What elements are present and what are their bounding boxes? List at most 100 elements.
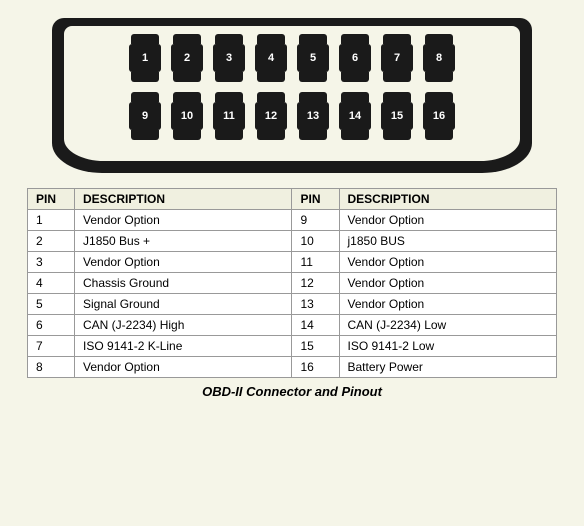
bottom-pin-row: 9 10 11 12 — [74, 92, 510, 140]
pin-number: 14 — [339, 102, 371, 130]
cell-desc1: J1850 Bus + — [75, 231, 292, 252]
pin-tab — [383, 92, 411, 102]
pin-6: 6 — [339, 34, 371, 82]
pin-tab — [173, 92, 201, 102]
table-caption: OBD-II Connector and Pinout — [202, 384, 382, 399]
cell-desc1: Vendor Option — [75, 252, 292, 273]
pin-number: 13 — [297, 102, 329, 130]
pin-number: 16 — [423, 102, 455, 130]
cell-pin1: 5 — [28, 294, 75, 315]
pin-number: 10 — [171, 102, 203, 130]
cell-pin1: 1 — [28, 210, 75, 231]
cell-desc1: ISO 9141-2 K-Line — [75, 336, 292, 357]
pinout-table: PIN DESCRIPTION PIN DESCRIPTION 1 Vendor… — [27, 188, 557, 378]
cell-pin2: 9 — [292, 210, 339, 231]
cell-pin2: 10 — [292, 231, 339, 252]
pin-12: 12 — [255, 92, 287, 140]
pin-tab-bottom — [215, 130, 243, 140]
cell-pin1: 8 — [28, 357, 75, 378]
cell-desc1: Vendor Option — [75, 357, 292, 378]
pin-number: 11 — [213, 102, 245, 130]
table-row: 7 ISO 9141-2 K-Line 15 ISO 9141-2 Low — [28, 336, 557, 357]
pin-tab-bottom — [425, 72, 453, 82]
pin-2: 2 — [171, 34, 203, 82]
pin-tab-bottom — [299, 130, 327, 140]
pin-tab — [341, 92, 369, 102]
pin-number: 1 — [129, 44, 161, 72]
cell-desc2: j1850 BUS — [339, 231, 557, 252]
cell-desc1: Signal Ground — [75, 294, 292, 315]
pin-16: 16 — [423, 92, 455, 140]
table-row: 3 Vendor Option 11 Vendor Option — [28, 252, 557, 273]
pin-7: 7 — [381, 34, 413, 82]
pin-3: 3 — [213, 34, 245, 82]
pin-8: 8 — [423, 34, 455, 82]
pin-number: 3 — [213, 44, 245, 72]
table-header-row: PIN DESCRIPTION PIN DESCRIPTION — [28, 189, 557, 210]
table-row: 5 Signal Ground 13 Vendor Option — [28, 294, 557, 315]
pin-10: 10 — [171, 92, 203, 140]
pin-tab — [257, 92, 285, 102]
connector-body: 1 2 3 4 — [52, 18, 532, 173]
pin-number: 2 — [171, 44, 203, 72]
header-pin2: PIN — [292, 189, 339, 210]
pin-tab-bottom — [257, 72, 285, 82]
table-row: 2 J1850 Bus + 10 j1850 BUS — [28, 231, 557, 252]
pin-number: 6 — [339, 44, 371, 72]
cell-pin2: 11 — [292, 252, 339, 273]
cell-pin2: 12 — [292, 273, 339, 294]
cell-desc2: Vendor Option — [339, 252, 557, 273]
pin-tab-bottom — [341, 72, 369, 82]
pin-tab-bottom — [131, 130, 159, 140]
pin-number: 8 — [423, 44, 455, 72]
pin-number: 4 — [255, 44, 287, 72]
pin-tab — [173, 34, 201, 44]
header-desc1: DESCRIPTION — [75, 189, 292, 210]
pin-tab-bottom — [383, 72, 411, 82]
pin-tab — [215, 92, 243, 102]
connector-diagram: 1 2 3 4 — [32, 10, 552, 180]
pin-tab — [425, 92, 453, 102]
pin-tab — [215, 34, 243, 44]
pin-tab — [131, 92, 159, 102]
table-row: 4 Chassis Ground 12 Vendor Option — [28, 273, 557, 294]
pin-tab-bottom — [215, 72, 243, 82]
cell-pin2: 16 — [292, 357, 339, 378]
pin-number: 9 — [129, 102, 161, 130]
pin-tab-bottom — [257, 130, 285, 140]
cell-desc2: ISO 9141-2 Low — [339, 336, 557, 357]
pin-number: 7 — [381, 44, 413, 72]
cell-pin2: 13 — [292, 294, 339, 315]
cell-pin1: 3 — [28, 252, 75, 273]
pin-4: 4 — [255, 34, 287, 82]
pin-tab — [383, 34, 411, 44]
pin-11: 11 — [213, 92, 245, 140]
cell-desc1: Chassis Ground — [75, 273, 292, 294]
pin-tab — [425, 34, 453, 44]
header-desc2: DESCRIPTION — [339, 189, 557, 210]
cell-desc2: Vendor Option — [339, 210, 557, 231]
table-row: 8 Vendor Option 16 Battery Power — [28, 357, 557, 378]
pin-tab-bottom — [425, 130, 453, 140]
pin-number: 12 — [255, 102, 287, 130]
pin-5: 5 — [297, 34, 329, 82]
pin-15: 15 — [381, 92, 413, 140]
pin-13: 13 — [297, 92, 329, 140]
pin-tab — [341, 34, 369, 44]
cell-pin1: 7 — [28, 336, 75, 357]
cell-desc1: CAN (J-2234) High — [75, 315, 292, 336]
table-row: 6 CAN (J-2234) High 14 CAN (J-2234) Low — [28, 315, 557, 336]
pin-number: 5 — [297, 44, 329, 72]
cell-desc1: Vendor Option — [75, 210, 292, 231]
pin-tab-bottom — [383, 130, 411, 140]
cell-pin2: 14 — [292, 315, 339, 336]
pin-tab-bottom — [299, 72, 327, 82]
cell-desc2: Battery Power — [339, 357, 557, 378]
pin-tab — [299, 92, 327, 102]
cell-pin1: 4 — [28, 273, 75, 294]
pin-9: 9 — [129, 92, 161, 140]
cell-desc2: CAN (J-2234) Low — [339, 315, 557, 336]
pin-tab — [299, 34, 327, 44]
pin-tab — [131, 34, 159, 44]
connector-inner: 1 2 3 4 — [64, 26, 520, 161]
